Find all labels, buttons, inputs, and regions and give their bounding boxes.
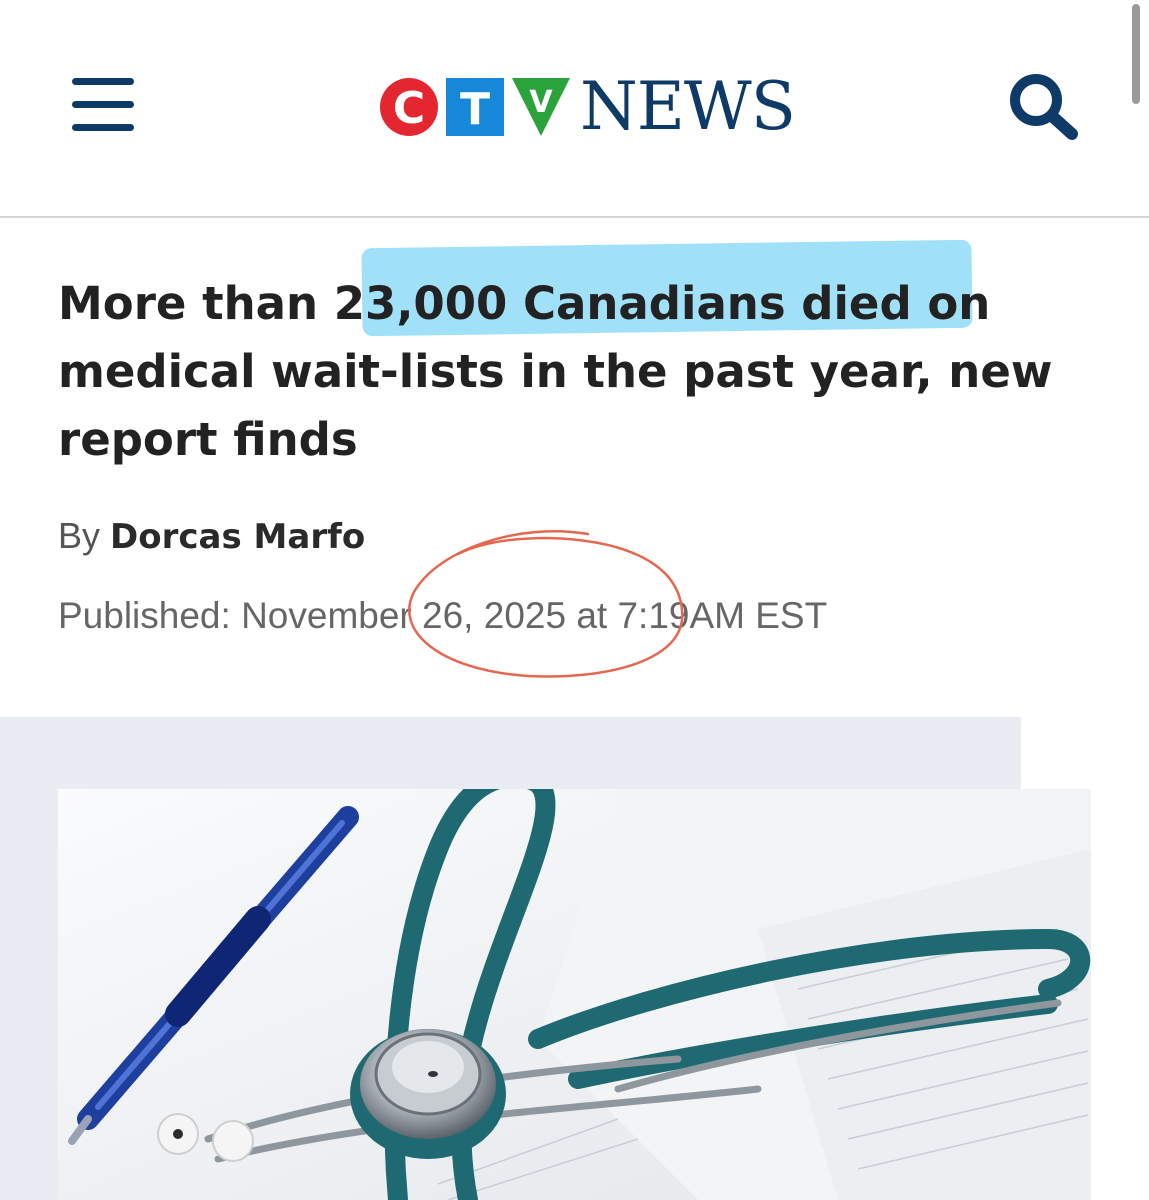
logo-news-text: NEWS xyxy=(580,68,796,145)
stethoscope-photo xyxy=(58,789,1091,1200)
author-link[interactable]: Dorcas Marfo xyxy=(110,517,365,557)
menu-icon xyxy=(72,101,134,108)
menu-button[interactable] xyxy=(72,76,136,132)
svg-text:V: V xyxy=(529,85,553,120)
svg-text:T: T xyxy=(460,84,490,135)
byline: By Dorcas Marfo xyxy=(58,512,365,561)
article-page: C T V NEWS More than 23,000 Canadians di… xyxy=(0,0,1149,1200)
menu-icon xyxy=(72,124,134,131)
published-date: Published: November 26, 2025 at 7:19AM E… xyxy=(58,595,828,636)
logo-v-icon: V xyxy=(512,78,570,136)
menu-icon xyxy=(72,78,134,85)
logo-t-icon: T xyxy=(446,78,504,136)
svg-text:C: C xyxy=(393,83,425,134)
article-headline: More than 23,000 Canadians died on medic… xyxy=(58,277,1053,466)
search-button[interactable] xyxy=(1004,70,1084,142)
site-header: C T V NEWS xyxy=(0,0,1149,218)
byline-prefix: By xyxy=(58,515,101,556)
search-icon xyxy=(1010,74,1078,140)
ctv-news-logo[interactable]: C T V NEWS xyxy=(380,72,796,142)
logo-c-icon: C xyxy=(380,78,438,136)
article-photo[interactable] xyxy=(58,789,1091,1200)
scroll-indicator xyxy=(1132,4,1140,104)
